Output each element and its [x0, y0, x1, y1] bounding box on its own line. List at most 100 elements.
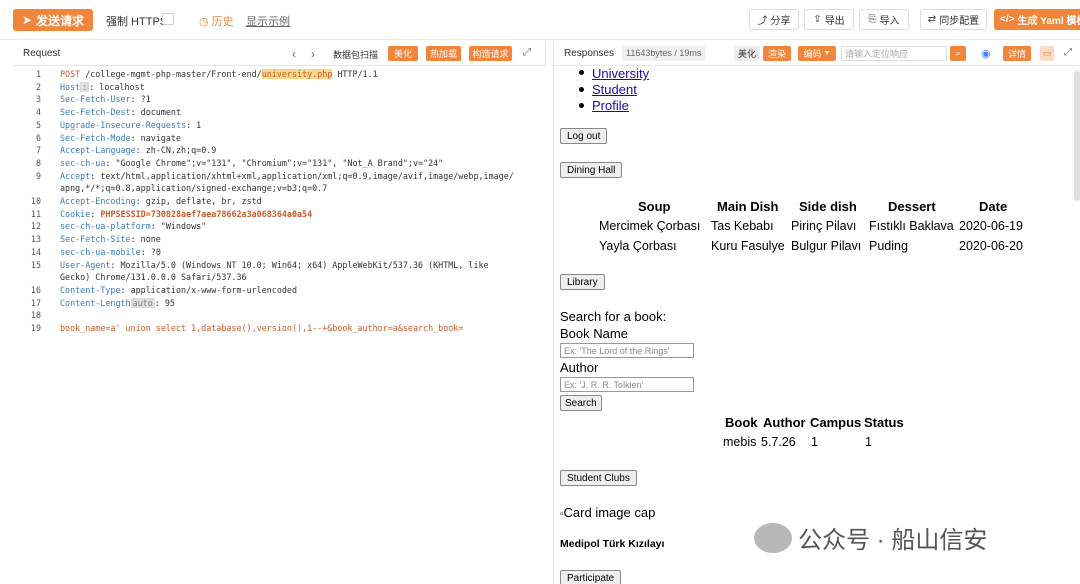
chrome-icon[interactable]: ◉ — [981, 47, 991, 60]
code-token: Accept-Encoding — [60, 196, 136, 206]
book-name-input[interactable]: Ex: 'The Lord of the Rings' — [560, 343, 694, 358]
book-header-status: Status — [864, 415, 904, 430]
packet-scan-button[interactable]: 数据包扫描 — [333, 48, 378, 61]
profile-link[interactable]: Profile — [592, 98, 629, 113]
code-token: sec-ch-ua-platform — [60, 221, 151, 232]
line-content: User-Agent: Mozilla/5.0 (Windows NT 10.0… — [60, 259, 489, 272]
construct-request-button[interactable]: 构造请求 — [469, 46, 512, 61]
line-content: POST /college-mgmt-php-master/Front-end/… — [60, 68, 378, 81]
export-icon: ⇪ — [813, 14, 822, 25]
logout-button[interactable]: Log out — [560, 128, 608, 144]
menu-cell: Fıstıklı Baklava — [869, 219, 954, 233]
request-editor[interactable]: 1 POST /college-mgmt-php-master/Front-end… — [13, 66, 546, 584]
sync-config-button[interactable]: ⇄ 同步配置 — [920, 9, 987, 30]
menu-cell: Kuru Fasulye — [711, 239, 785, 253]
code-token: : navigate — [130, 132, 182, 143]
book-cell: mebis — [723, 435, 757, 449]
line-content: Accept: text/html,application/xhtml+xml,… — [60, 170, 514, 183]
card-image-alt: ▫Card image cap — [560, 505, 656, 520]
line-number: 5 — [35, 119, 41, 130]
line-number: 11 — [30, 208, 41, 219]
line-number: 2 — [35, 81, 41, 92]
search-icon[interactable]: ⌕ — [950, 46, 966, 61]
author-label: Author — [560, 360, 599, 375]
line-number: 13 — [30, 234, 41, 245]
book-cell: 1 — [811, 435, 818, 449]
line-number: 18 — [30, 310, 41, 321]
menu-header-side: Side dish — [799, 199, 857, 214]
response-search-input[interactable]: 请输入定位响应 — [841, 46, 947, 61]
student-link[interactable]: Student — [592, 82, 637, 97]
code-token: apng,*/*;q=0.8,application/signed-exchan… — [60, 183, 328, 194]
participate-button[interactable]: Participate — [560, 570, 622, 584]
code-token: : text/html,application/xhtml+xml,applic… — [90, 170, 514, 181]
comment-icon[interactable]: ▭ — [1040, 46, 1054, 61]
line-number: 6 — [35, 132, 41, 143]
code-token: : "Google Chrome";v="131", "Chromium";v=… — [105, 157, 444, 168]
expand-icon[interactable]: ⤢ — [1064, 47, 1072, 58]
response-scrollbar[interactable] — [1074, 71, 1080, 201]
generate-yaml-button[interactable]: </> 生成 Yaml 模板 — [994, 9, 1080, 30]
code-token: : 1 — [186, 119, 202, 130]
author-input[interactable]: Ex: 'J. R. R. Tolkien' — [560, 377, 694, 392]
code-token: /college-mgmt-php-master/Front-end/ — [80, 69, 262, 79]
book-header-author: Author — [763, 415, 806, 430]
share-icon: ⤴ — [757, 16, 768, 27]
student-clubs-button[interactable]: Student Clubs — [560, 470, 637, 486]
line-number: 12 — [30, 221, 41, 232]
menu-header-soup: Soup — [638, 199, 671, 214]
line-content: Host:: localhost — [60, 81, 145, 94]
library-button[interactable]: Library — [560, 274, 605, 290]
expand-icon[interactable]: ⤢ — [523, 47, 531, 58]
line-content: Sec-Fetch-Dest: document — [60, 106, 181, 119]
list-bullet — [579, 87, 584, 92]
sync-icon: ⇄ — [927, 14, 937, 25]
code-token: Host — [60, 81, 81, 92]
beautify-button[interactable]: 美化 — [388, 46, 418, 61]
watermark-text: 公众号 · 船山信安 — [798, 527, 988, 554]
code-token: : — [80, 81, 90, 92]
code-token: Sec-Fetch-User — [60, 94, 131, 105]
export-button[interactable]: ⇪ 导出 — [804, 9, 854, 30]
show-example-link[interactable]: 显示示例 — [246, 13, 290, 29]
code-token: : — [90, 208, 101, 219]
book-header-campus: Campus — [810, 415, 862, 430]
list-bullet — [579, 103, 584, 108]
response-panel: Responses 11643bytes / 19ms 美化 渲染 编码 ▼ ◉ … — [553, 41, 1080, 584]
menu-cell: Puding — [869, 239, 908, 253]
university-link[interactable]: University — [592, 66, 649, 81]
line-content: Sec-Fetch-Mode: navigate — [60, 132, 181, 145]
search-book-label: Search for a book: — [560, 309, 667, 324]
line-number: 7 — [35, 145, 41, 156]
code-token: : application/x-www-form-urlencoded — [120, 284, 297, 295]
book-cell: 1 — [865, 435, 872, 449]
encode-dropdown[interactable]: 编码 ▼ — [798, 46, 836, 61]
render-button[interactable]: 渲染 — [763, 46, 791, 61]
line-content: sec-ch-ua: "Google Chrome";v="131", "Chr… — [60, 157, 443, 170]
import-button[interactable]: ⎘ 导入 — [859, 9, 909, 30]
code-token: Accept-Language — [60, 145, 136, 156]
code-token: university.php — [261, 69, 333, 79]
details-button[interactable]: 详情 — [1003, 46, 1031, 61]
code-token: : ?0 — [140, 246, 161, 257]
code-token: : zh-CN,zh;q=0.9 — [135, 145, 217, 156]
line-number: 1 — [35, 69, 41, 79]
search-button[interactable]: Search — [560, 395, 602, 411]
line-number: 15 — [30, 259, 41, 270]
menu-header-date: Date — [979, 199, 1008, 214]
menu-cell: 2020-06-19 — [959, 219, 1023, 233]
chevron-right-icon[interactable]: › — [311, 47, 315, 61]
chevron-down-icon: ▼ — [823, 50, 831, 57]
hot-load-button[interactable]: 热加载 — [426, 46, 461, 61]
code-token: Content-Type — [60, 284, 121, 295]
code-token: : localhost — [89, 81, 145, 92]
force-https-checkbox[interactable] — [162, 13, 174, 25]
send-request-button[interactable]: ➤ 发送请求 — [13, 9, 93, 31]
line-content: Gecko) Chrome/131.0.0.0 Safari/537.36 — [60, 271, 247, 284]
import-icon: ⎘ — [868, 14, 877, 25]
history-button[interactable]: ◷ 历史 — [199, 13, 234, 29]
response-beautify-button[interactable]: 美化 — [734, 46, 760, 61]
chevron-left-icon[interactable]: ‹ — [292, 47, 296, 61]
dining-hall-button[interactable]: Dining Hall — [560, 162, 623, 178]
share-button[interactable]: ⤴ 分享 — [749, 9, 799, 30]
